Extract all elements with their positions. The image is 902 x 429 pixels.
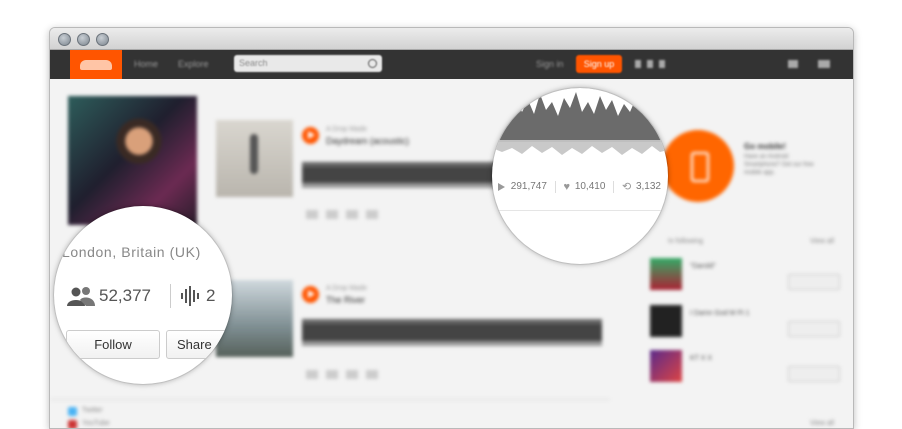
play-icon[interactable] [647, 60, 653, 68]
magnifier-profile: London, Britain (UK) 52,377 2 Follow Sha… [54, 206, 232, 384]
search-placeholder: Search [239, 58, 268, 68]
followers-icon [67, 287, 95, 306]
waveform-graphic [302, 319, 602, 346]
track-artwork[interactable] [216, 120, 293, 197]
next-icon[interactable] [659, 60, 665, 68]
soundcloud-logo[interactable] [70, 50, 122, 79]
go-mobile-text: Have an Android Smartphone? Get our free… [744, 154, 814, 176]
top-navbar: Home Explore Search Sign in Sign up [50, 50, 853, 79]
title-bar [50, 28, 853, 50]
magnifier-track-stats: 291,747 ♥ 10,410 ⟲ 3,132 [492, 88, 668, 264]
avatar[interactable] [650, 258, 682, 290]
track-actions[interactable] [306, 206, 386, 224]
play-button[interactable] [302, 127, 319, 144]
likes-icon: ♥ [563, 180, 571, 193]
share-button[interactable]: Share [166, 330, 232, 359]
plays-count: 291,747 [510, 181, 547, 192]
nav-explore-link[interactable]: Explore [178, 59, 209, 69]
following-name[interactable]: I Damn God M Ft 1 [690, 310, 750, 317]
follow-button-small[interactable] [788, 366, 840, 382]
tracks-count[interactable]: 2 [206, 286, 215, 306]
follow-button[interactable]: Follow [66, 330, 160, 359]
sign-in-link[interactable]: Sign in [536, 59, 564, 69]
track-uploader[interactable]: A Drop Made [326, 285, 367, 292]
waveform[interactable] [302, 316, 602, 350]
divider [170, 284, 171, 308]
repost-icon: ⟲ [621, 181, 632, 193]
search-icon [368, 59, 377, 68]
track-uploader[interactable]: A Drop Made [326, 126, 367, 133]
following-name[interactable]: KT X X [690, 355, 712, 362]
previous-icon[interactable] [635, 60, 641, 68]
follow-button-small[interactable] [788, 321, 840, 337]
nav-home-link[interactable]: Home [134, 59, 158, 69]
twitter-icon [68, 407, 77, 416]
divider [492, 210, 668, 211]
search-input[interactable]: Search [234, 55, 382, 72]
avatar[interactable] [650, 305, 682, 337]
mobile-app-promo[interactable] [662, 130, 734, 202]
track-actions[interactable] [306, 366, 386, 384]
followers-count[interactable]: 52,377 [99, 286, 151, 306]
following-name[interactable]: "Darold" [690, 263, 716, 270]
settings-icon[interactable] [818, 60, 830, 68]
waveform-zoom[interactable] [492, 88, 668, 160]
artist-location: London, Britain (UK) [62, 244, 201, 260]
volume-icon[interactable] [788, 60, 798, 68]
sign-up-button[interactable]: Sign up [576, 55, 622, 73]
youtube-link[interactable]: YouTube [82, 420, 110, 427]
reposts-count[interactable]: 3,132 [636, 181, 661, 192]
plays-icon [498, 182, 505, 191]
track-stats: 291,747 ♥ 10,410 ⟲ 3,132 [498, 180, 661, 193]
following-heading: In following [668, 238, 704, 245]
twitter-link[interactable]: Twitter [82, 407, 103, 414]
youtube-icon [68, 420, 77, 428]
close-window-button[interactable] [58, 33, 71, 46]
track-title[interactable]: Daydream (acoustic) [326, 136, 409, 146]
cloud-icon [80, 60, 112, 70]
go-mobile-title: Go mobile! [744, 142, 786, 151]
tracks-icon [181, 286, 199, 306]
view-all-link[interactable]: View all [810, 238, 834, 245]
phone-icon [691, 152, 709, 182]
avatar[interactable] [650, 350, 682, 382]
minimize-window-button[interactable] [77, 33, 90, 46]
zoom-window-button[interactable] [96, 33, 109, 46]
view-all-link[interactable]: View all [810, 420, 834, 427]
play-button[interactable] [302, 286, 319, 303]
follow-button-small[interactable] [788, 274, 840, 290]
track-title[interactable]: The River [326, 295, 365, 305]
likes-count[interactable]: 10,410 [575, 181, 606, 192]
